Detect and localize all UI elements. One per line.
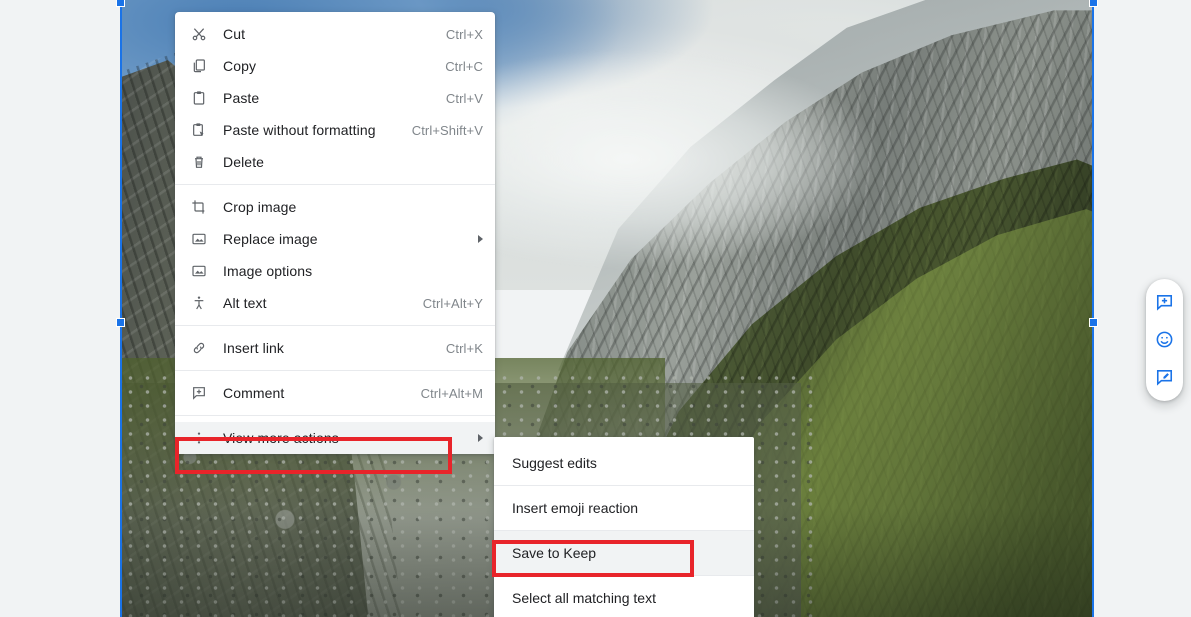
menu-item-label: Alt text <box>223 295 267 311</box>
submenu-item-suggest-edits[interactable]: Suggest edits <box>494 441 754 485</box>
menu-item-view-more-actions[interactable]: View more actions <box>175 422 495 454</box>
suggest-edit-icon[interactable] <box>1152 364 1178 390</box>
menu-item-image-options[interactable]: Image options <box>175 255 495 287</box>
resize-handle-top-right[interactable] <box>1089 0 1098 7</box>
chevron-right-icon <box>478 434 483 442</box>
view-more-actions-submenu[interactable]: Suggest edits Insert emoji reaction Save… <box>494 437 754 617</box>
menu-item-crop-image[interactable]: Crop image <box>175 191 495 223</box>
resize-handle-right[interactable] <box>1089 318 1098 327</box>
menu-item-accelerator: Ctrl+Alt+M <box>420 385 483 401</box>
menu-item-label: View more actions <box>223 430 339 446</box>
submenu-item-select-all-matching-text[interactable]: Select all matching text <box>494 576 754 617</box>
menu-item-label: Image options <box>223 263 313 279</box>
menu-item-delete[interactable]: Delete <box>175 146 495 178</box>
submenu-item-label: Suggest edits <box>512 455 597 471</box>
image-options-icon <box>189 261 209 281</box>
submenu-item-label: Insert emoji reaction <box>512 500 639 516</box>
scissors-icon <box>189 24 209 44</box>
submenu-item-label: Save to Keep <box>512 545 597 561</box>
chevron-right-icon <box>478 235 483 243</box>
menu-item-label: Insert link <box>223 340 285 356</box>
menu-item-insert-link[interactable]: Insert link Ctrl+K <box>175 332 495 364</box>
submenu-item-label: Select all matching text <box>512 590 656 606</box>
menu-item-paste-without-formatting[interactable]: Paste without formatting Ctrl+Shift+V <box>175 114 495 146</box>
menu-item-alt-text[interactable]: Alt text Ctrl+Alt+Y <box>175 287 495 319</box>
copy-icon <box>189 56 209 76</box>
menu-item-accelerator: Ctrl+K <box>445 340 483 356</box>
add-comment-icon[interactable] <box>1152 290 1178 316</box>
menu-item-cut[interactable]: Cut Ctrl+X <box>175 18 495 50</box>
clipboard-icon <box>189 88 209 108</box>
menu-item-replace-image[interactable]: Replace image <box>175 223 495 255</box>
paste-plain-icon <box>189 120 209 140</box>
menu-item-label: Comment <box>223 385 285 401</box>
image-icon <box>189 229 209 249</box>
comment-add-icon <box>189 383 209 403</box>
menu-item-label: Crop image <box>223 199 297 215</box>
emoji-icon[interactable] <box>1152 327 1178 353</box>
menu-separator <box>175 325 495 326</box>
screen: Cut Ctrl+X Copy Ctrl+C Paste Ctrl+V Past… <box>0 0 1191 617</box>
accessibility-icon <box>189 293 209 313</box>
menu-item-copy[interactable]: Copy Ctrl+C <box>175 50 495 82</box>
menu-item-label: Copy <box>223 58 257 74</box>
more-vert-icon <box>189 428 209 448</box>
menu-item-accelerator: Ctrl+X <box>445 26 483 42</box>
context-menu[interactable]: Cut Ctrl+X Copy Ctrl+C Paste Ctrl+V Past… <box>175 12 495 454</box>
floating-side-toolbar[interactable] <box>1146 279 1183 401</box>
submenu-item-insert-emoji-reaction[interactable]: Insert emoji reaction <box>494 486 754 530</box>
menu-separator <box>175 370 495 371</box>
trash-icon <box>189 152 209 172</box>
menu-item-accelerator: Ctrl+Shift+V <box>411 122 483 138</box>
resize-handle-top-left[interactable] <box>116 0 125 7</box>
menu-item-label: Paste <box>223 90 260 106</box>
menu-item-accelerator: Ctrl+V <box>445 90 483 106</box>
menu-item-label: Paste without formatting <box>223 122 376 138</box>
resize-handle-left[interactable] <box>116 318 125 327</box>
menu-item-accelerator: Ctrl+Alt+Y <box>422 295 483 311</box>
crop-icon <box>189 197 209 217</box>
menu-item-comment[interactable]: Comment Ctrl+Alt+M <box>175 377 495 409</box>
menu-item-label: Delete <box>223 154 265 170</box>
menu-item-accelerator: Ctrl+C <box>445 58 483 74</box>
submenu-item-save-to-keep[interactable]: Save to Keep <box>494 531 754 575</box>
menu-separator <box>175 415 495 416</box>
menu-item-paste[interactable]: Paste Ctrl+V <box>175 82 495 114</box>
menu-item-label: Cut <box>223 26 246 42</box>
menu-separator <box>175 184 495 185</box>
link-icon <box>189 338 209 358</box>
menu-item-label: Replace image <box>223 231 318 247</box>
